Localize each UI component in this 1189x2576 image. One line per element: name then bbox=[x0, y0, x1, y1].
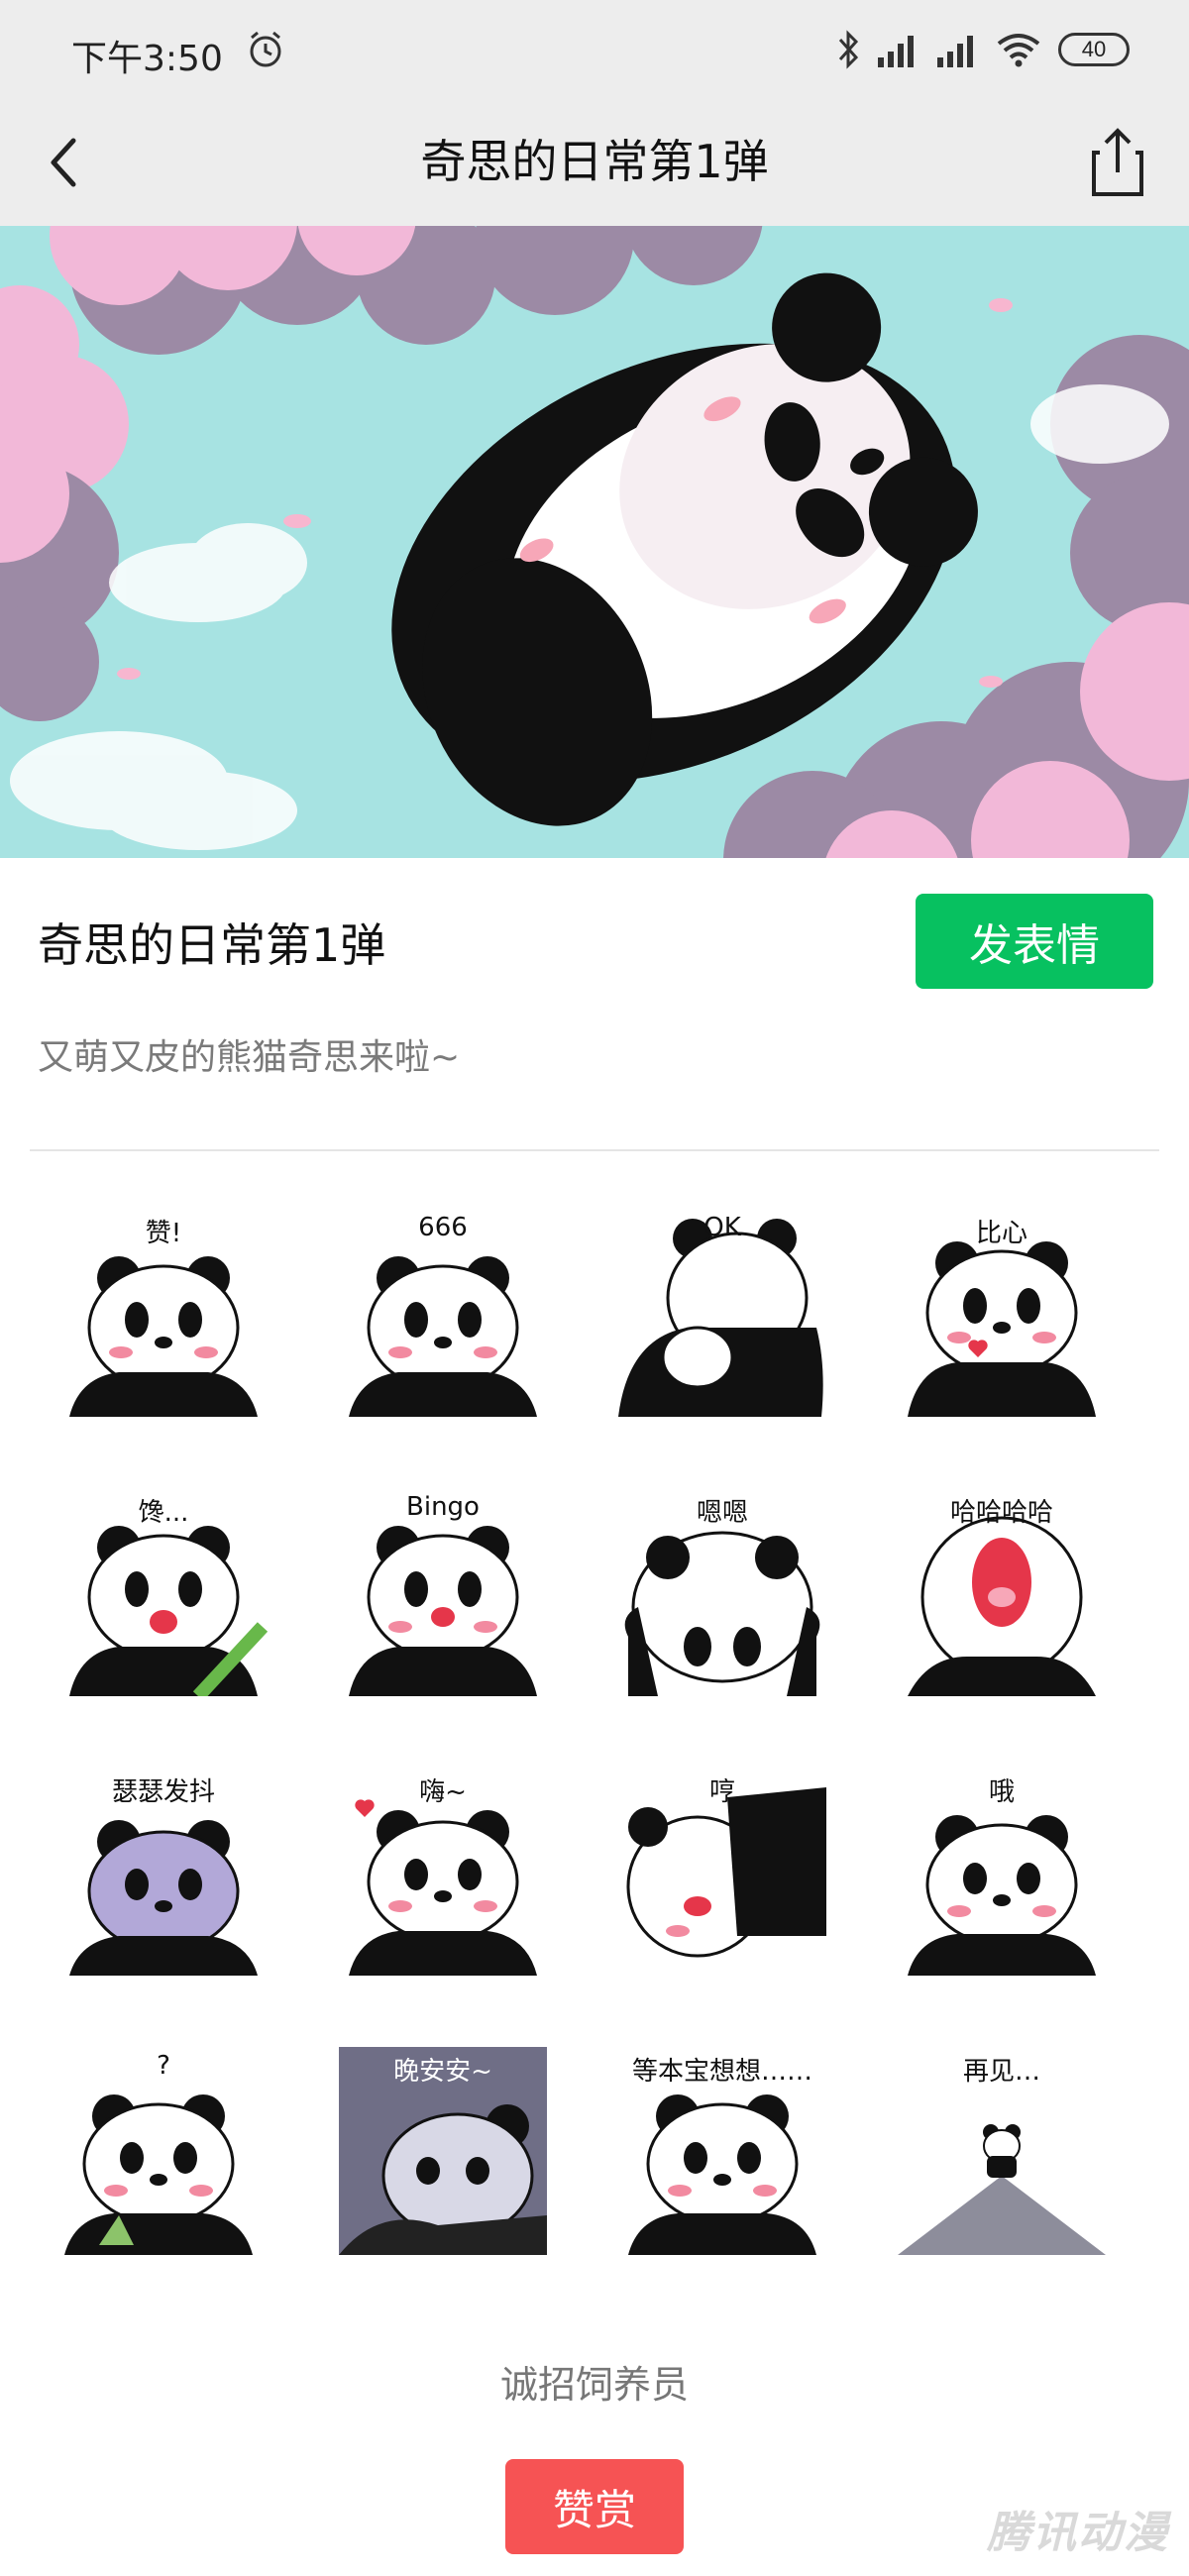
sticker-caption: 赞! bbox=[145, 1219, 182, 1248]
sticker-caption: 晚安安~ bbox=[393, 2057, 492, 2087]
divider bbox=[30, 1149, 1159, 1151]
sticker-thumbnail[interactable]: 666 bbox=[339, 1209, 547, 1417]
sticker-caption: 哈哈哈哈 bbox=[949, 1498, 1053, 1528]
sticker-thumbnail[interactable]: 哈哈哈哈 bbox=[898, 1488, 1106, 1696]
sticker-caption: 666 bbox=[418, 1213, 468, 1242]
panda-banner-illustration bbox=[0, 226, 1189, 858]
sticker-caption: 哼 bbox=[708, 1777, 735, 1807]
send-sticker-button[interactable]: 发表情 bbox=[916, 894, 1153, 989]
recruit-text: 诚招饲养员 bbox=[499, 2363, 689, 2407]
sticker-thumbnail[interactable]: 哦 bbox=[898, 1768, 1106, 1976]
signal-icon-2 bbox=[937, 36, 973, 67]
status-icons: 40 bbox=[836, 30, 1130, 69]
sticker-caption: 再见… bbox=[962, 2057, 1040, 2087]
sticker-thumbnail[interactable]: OK bbox=[618, 1209, 826, 1417]
sticker-caption: OK bbox=[703, 1213, 741, 1242]
sticker-thumbnail[interactable]: ? bbox=[59, 2047, 268, 2255]
sticker-caption: 哦 bbox=[988, 1777, 1015, 1807]
sticker-thumbnail[interactable]: Bingo bbox=[339, 1488, 547, 1696]
status-bar: 下午3:50 40 bbox=[0, 0, 1189, 99]
sticker-caption: Bingo bbox=[406, 1492, 480, 1522]
share-icon bbox=[1092, 128, 1143, 196]
share-button[interactable] bbox=[1076, 121, 1159, 204]
sticker-thumbnail[interactable]: 嗨~ bbox=[339, 1768, 547, 1976]
page-title: 奇思的日常第1弹 bbox=[420, 135, 769, 188]
sticker-caption: 等本宝想想…… bbox=[631, 2057, 812, 2087]
sticker-caption: 比心 bbox=[975, 1219, 1027, 1248]
sticker-caption: 嗯嗯 bbox=[696, 1498, 748, 1528]
status-time: 下午3:50 bbox=[71, 39, 223, 79]
pack-description: 又萌又皮的熊猫奇思来啦~ bbox=[38, 1037, 461, 1078]
sticker-thumbnail[interactable]: 瑟瑟发抖 bbox=[59, 1768, 268, 1976]
sticker-thumbnail[interactable]: 等本宝想想…… bbox=[618, 2047, 826, 2255]
sticker-thumbnail[interactable]: 哼 bbox=[618, 1768, 826, 1976]
tip-button[interactable]: 赞赏 bbox=[505, 2459, 684, 2554]
sticker-thumbnail[interactable]: 赞! bbox=[59, 1209, 268, 1417]
sticker-caption: 嗨~ bbox=[419, 1777, 467, 1807]
sticker-caption: 馋... bbox=[138, 1498, 189, 1528]
sticker-thumbnail[interactable]: 嗯嗯 bbox=[618, 1488, 826, 1696]
sticker-thumbnail[interactable]: 晚安安~ bbox=[339, 2047, 547, 2255]
sticker-grid: 赞! 666 OK 比心 馋... Bingo 嗯嗯 哈哈哈哈 瑟瑟发抖 嗨~ … bbox=[59, 1209, 1130, 2255]
sticker-thumbnail[interactable]: 再见… bbox=[898, 2047, 1106, 2255]
signal-icon bbox=[878, 36, 914, 67]
sticker-thumbnail[interactable]: 馋... bbox=[59, 1488, 268, 1696]
battery-indicator: 40 bbox=[1058, 33, 1130, 66]
pack-title: 奇思的日常第1弹 bbox=[38, 918, 386, 972]
sticker-caption: 瑟瑟发抖 bbox=[111, 1777, 215, 1807]
bluetooth-icon bbox=[838, 30, 859, 69]
alarm-icon bbox=[250, 31, 281, 67]
sticker-thumbnail[interactable]: 比心 bbox=[898, 1209, 1106, 1417]
banner-image bbox=[0, 226, 1189, 858]
watermark-logo: 腾讯动漫 bbox=[987, 2508, 1169, 2558]
wifi-icon bbox=[997, 34, 1040, 67]
sticker-caption: ? bbox=[157, 2051, 170, 2081]
nav-bar: 奇思的日常第1弹 bbox=[0, 99, 1189, 226]
